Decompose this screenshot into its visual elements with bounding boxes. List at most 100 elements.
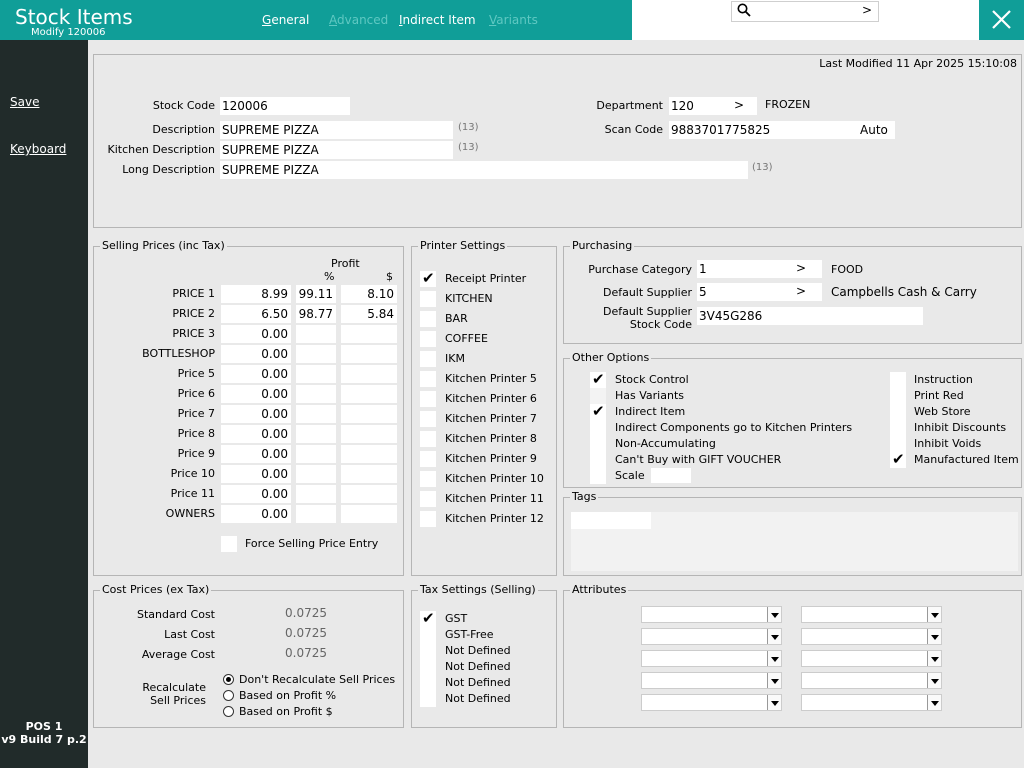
profit-dollar-field[interactable] <box>341 385 397 403</box>
option-checkbox[interactable] <box>590 436 606 452</box>
department-lookup-button[interactable]: > <box>734 98 744 112</box>
option-checkbox[interactable] <box>590 452 606 468</box>
option-checkbox[interactable] <box>890 388 906 404</box>
profit-dollar-field[interactable]: 5.84 <box>341 305 397 323</box>
printer-checkbox[interactable] <box>420 331 436 347</box>
keyboard-button[interactable]: Keyboard <box>10 142 66 156</box>
profit-pct-field[interactable] <box>296 445 336 463</box>
price-field[interactable]: 0.00 <box>221 465 291 483</box>
attribute-dropdown[interactable] <box>801 650 942 667</box>
option-checkbox[interactable] <box>590 468 606 484</box>
recalculate-radio[interactable] <box>223 690 234 701</box>
option-checkbox[interactable] <box>890 404 906 420</box>
printer-checkbox[interactable] <box>420 431 436 447</box>
recalculate-radio[interactable] <box>223 674 234 685</box>
long-description-field[interactable]: SUPREME PIZZA <box>220 161 748 179</box>
search-go-button[interactable]: > <box>862 3 872 17</box>
profit-pct-field[interactable] <box>296 345 336 363</box>
close-button[interactable] <box>979 0 1024 40</box>
price-field[interactable]: 0.00 <box>221 325 291 343</box>
price-field[interactable]: 0.00 <box>221 425 291 443</box>
tax-checkbox[interactable] <box>420 627 436 643</box>
description-field[interactable]: SUPREME PIZZA <box>220 121 453 139</box>
profit-pct-field[interactable] <box>296 465 336 483</box>
profit-pct-field[interactable] <box>296 505 336 523</box>
supplier-stock-code-field[interactable]: 3V45G286 <box>697 307 923 325</box>
profit-pct-field[interactable]: 99.11 <box>296 285 336 303</box>
option-checkbox[interactable] <box>890 372 906 388</box>
profit-pct-field[interactable] <box>296 425 336 443</box>
price-field[interactable]: 8.99 <box>221 285 291 303</box>
attribute-dropdown[interactable] <box>801 672 942 689</box>
option-checkbox[interactable] <box>590 420 606 436</box>
printer-checkbox[interactable] <box>420 511 436 527</box>
purchase-category-lookup-button[interactable]: > <box>796 261 806 275</box>
tab-variants[interactable]: Variants <box>489 13 538 27</box>
attribute-dropdown[interactable] <box>801 694 942 711</box>
profit-pct-field[interactable] <box>296 405 336 423</box>
price-field[interactable]: 0.00 <box>221 345 291 363</box>
profit-dollar-field[interactable] <box>341 485 397 503</box>
attribute-dropdown[interactable] <box>641 650 782 667</box>
profit-pct-field[interactable] <box>296 325 336 343</box>
profit-dollar-field[interactable] <box>341 405 397 423</box>
tab-indirect-item[interactable]: Indirect Item <box>399 13 476 27</box>
option-checkbox[interactable]: ✔ <box>890 450 906 468</box>
printer-checkbox[interactable] <box>420 291 436 307</box>
attribute-dropdown[interactable] <box>801 606 942 623</box>
save-button[interactable]: Save <box>10 95 39 109</box>
tax-checkbox[interactable] <box>420 659 436 675</box>
recalculate-radio[interactable] <box>223 706 234 717</box>
tab-general[interactable]: General <box>262 13 309 27</box>
tag-input[interactable] <box>571 512 651 529</box>
force-selling-price-checkbox[interactable] <box>221 536 237 552</box>
price-field[interactable]: 0.00 <box>221 505 291 523</box>
search-input[interactable] <box>731 1 879 22</box>
profit-dollar-field[interactable] <box>341 425 397 443</box>
printer-checkbox[interactable] <box>420 451 436 467</box>
attribute-dropdown[interactable] <box>641 628 782 645</box>
printer-checkbox[interactable]: ✔ <box>420 269 436 287</box>
printer-checkbox[interactable] <box>420 491 436 507</box>
profit-dollar-field[interactable] <box>341 465 397 483</box>
profit-dollar-field[interactable] <box>341 345 397 363</box>
default-supplier-lookup-button[interactable]: > <box>796 284 806 298</box>
profit-pct-field[interactable] <box>296 485 336 503</box>
profit-dollar-field[interactable] <box>341 505 397 523</box>
printer-checkbox[interactable] <box>420 371 436 387</box>
price-field[interactable]: 6.50 <box>221 305 291 323</box>
attribute-dropdown[interactable] <box>641 606 782 623</box>
tab-advanced[interactable]: Advanced <box>329 13 388 27</box>
tax-checkbox[interactable] <box>420 691 436 707</box>
printer-checkbox[interactable] <box>420 391 436 407</box>
tax-checkbox[interactable] <box>420 643 436 659</box>
tax-checkbox[interactable]: ✔ <box>420 609 436 627</box>
printer-checkbox[interactable] <box>420 351 436 367</box>
option-checkbox[interactable] <box>890 420 906 436</box>
tax-checkbox[interactable] <box>420 675 436 691</box>
profit-pct-field[interactable] <box>296 385 336 403</box>
scan-code-auto-button[interactable]: Auto <box>860 123 888 137</box>
scale-field[interactable] <box>651 468 691 483</box>
printer-checkbox[interactable] <box>420 471 436 487</box>
profit-dollar-field[interactable] <box>341 445 397 463</box>
price-field[interactable]: 0.00 <box>221 385 291 403</box>
kitchen-description-field[interactable]: SUPREME PIZZA <box>220 141 453 159</box>
attribute-dropdown[interactable] <box>641 694 782 711</box>
printer-checkbox[interactable] <box>420 311 436 327</box>
option-checkbox[interactable]: ✔ <box>590 370 606 388</box>
profit-pct-field[interactable] <box>296 365 336 383</box>
price-field[interactable]: 0.00 <box>221 365 291 383</box>
stock-code-field[interactable]: 120006 <box>220 97 350 115</box>
price-field[interactable]: 0.00 <box>221 445 291 463</box>
attribute-dropdown[interactable] <box>801 628 942 645</box>
printer-checkbox[interactable] <box>420 411 436 427</box>
option-checkbox[interactable]: ✔ <box>590 402 606 420</box>
price-field[interactable]: 0.00 <box>221 485 291 503</box>
attribute-dropdown[interactable] <box>641 672 782 689</box>
profit-pct-field[interactable]: 98.77 <box>296 305 336 323</box>
profit-dollar-field[interactable] <box>341 365 397 383</box>
profit-dollar-field[interactable]: 8.10 <box>341 285 397 303</box>
price-field[interactable]: 0.00 <box>221 405 291 423</box>
profit-dollar-field[interactable] <box>341 325 397 343</box>
